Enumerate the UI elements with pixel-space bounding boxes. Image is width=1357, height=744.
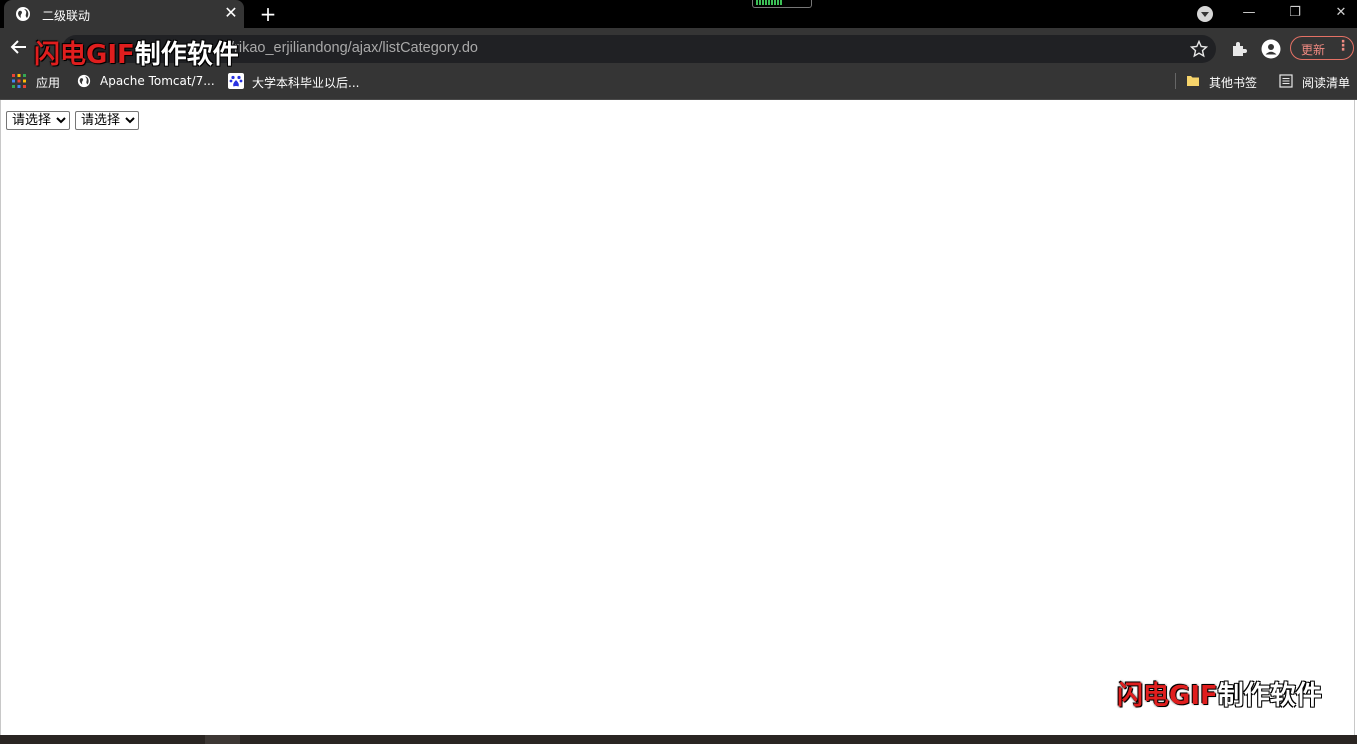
watermark-white-text: 制作软件 <box>134 40 239 70</box>
taskbar-active-app[interactable] <box>205 735 240 744</box>
reading-list-icon <box>1279 74 1293 88</box>
bookmark-tomcat[interactable]: Apache Tomcat/7... <box>100 74 215 88</box>
watermark-white-text: 制作软件 <box>1217 681 1322 711</box>
new-tab-button[interactable]: + <box>257 2 279 26</box>
media-indicator <box>752 0 812 8</box>
menu-dots-icon[interactable]: ⋮ <box>1336 38 1350 54</box>
globe-icon <box>16 7 30 21</box>
bookmark-other[interactable]: 其他书签 <box>1209 74 1257 91</box>
bookmark-star-icon[interactable] <box>1190 40 1208 58</box>
tab-search-icon[interactable] <box>1196 5 1214 23</box>
bookmark-baidu[interactable]: 大学本科毕业以后... <box>252 74 359 91</box>
apps-grid-icon[interactable] <box>12 74 26 88</box>
watermark-top: 闪电GIF制作软件 <box>34 34 239 71</box>
bookmarks-separator <box>1175 73 1176 89</box>
tab-title: 二级联动 <box>42 9 91 23</box>
watermark-bottom: 闪电GIF制作软件 <box>1117 675 1322 712</box>
tab-close-icon[interactable]: ✕ <box>221 3 241 23</box>
globe-icon <box>77 74 91 88</box>
bookmark-apps[interactable]: 应用 <box>36 74 60 91</box>
tab-active[interactable] <box>4 0 244 28</box>
page-content <box>0 100 1355 735</box>
media-level-icon <box>756 0 782 5</box>
url-text[interactable]: /rikao_erjiliandong/ajax/listCategory.do <box>230 40 478 56</box>
back-arrow-icon[interactable] <box>9 37 29 57</box>
minimize-button[interactable]: — <box>1226 0 1272 28</box>
watermark-red-text: 闪电GIF <box>34 40 135 70</box>
profile-avatar-icon[interactable] <box>1261 39 1281 59</box>
subcategory-select[interactable]: 请选择 <box>75 111 139 130</box>
update-label: 更新 <box>1301 43 1326 57</box>
extensions-puzzle-icon[interactable] <box>1230 40 1248 58</box>
baidu-paw-icon <box>228 73 244 89</box>
category-select[interactable]: 请选择 <box>6 111 70 130</box>
bookmark-reading-list[interactable]: 阅读清单 <box>1302 74 1350 91</box>
window-close-button[interactable]: ✕ <box>1318 0 1357 28</box>
watermark-red-text: 闪电GIF <box>1117 681 1218 711</box>
taskbar <box>0 735 1357 744</box>
folder-icon <box>1187 76 1199 86</box>
restore-button[interactable]: ❐ <box>1272 0 1318 28</box>
